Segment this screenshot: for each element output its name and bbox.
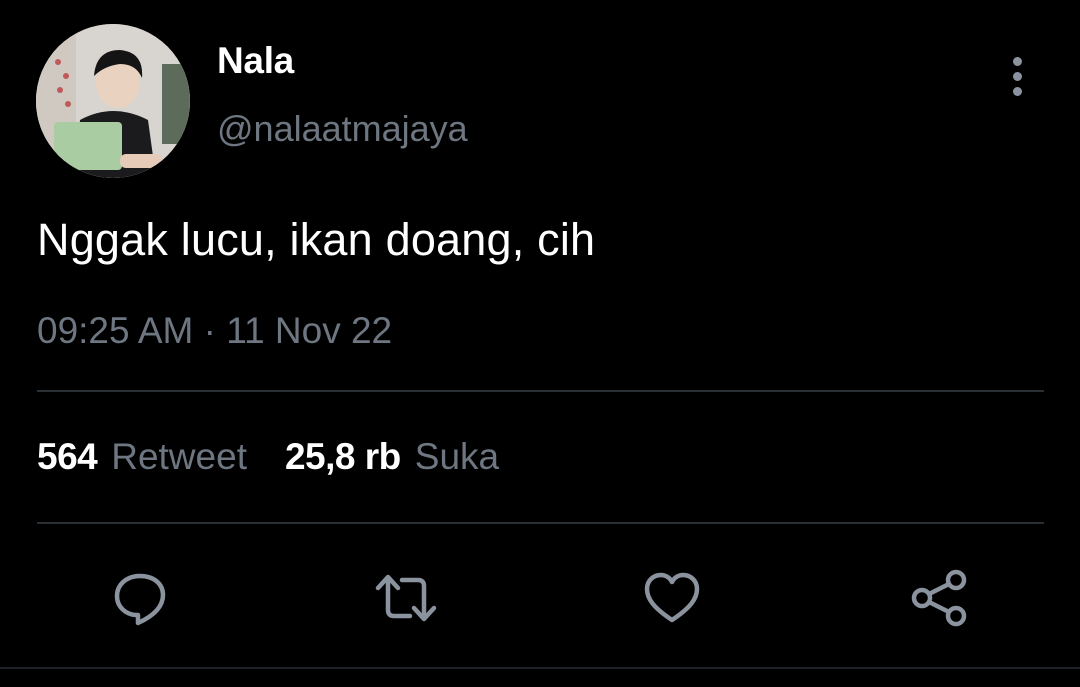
display-name[interactable]: Nala (217, 40, 294, 82)
tweet-detail: Nala @nalaatmajaya Nggak lucu, ikan doan… (0, 0, 1080, 687)
reply-icon (114, 573, 166, 626)
share-button[interactable] (908, 566, 972, 630)
engagement-stats: 564 Retweet 25,8 rb Suka (37, 436, 499, 478)
retweet-button[interactable] (374, 566, 438, 630)
avatar[interactable] (36, 24, 190, 178)
user-handle[interactable]: @nalaatmajaya (217, 108, 468, 150)
more-options-icon (1012, 56, 1022, 66)
divider (37, 390, 1044, 392)
avatar-photo (36, 24, 190, 178)
reply-button[interactable] (108, 566, 172, 630)
heart-icon (644, 572, 700, 623)
tweet-timestamp[interactable]: 09:25 AM · 11 Nov 22 (37, 310, 392, 352)
retweet-label: Retweet (111, 436, 247, 477)
more-options-icon-dot (1012, 86, 1022, 96)
retweet-count: 564 (37, 436, 98, 477)
retweet-icon (375, 574, 437, 622)
like-stat[interactable]: 25,8 rb Suka (285, 436, 499, 478)
like-label: Suka (414, 436, 500, 477)
share-icon (911, 569, 967, 627)
divider (0, 667, 1080, 669)
divider (37, 522, 1044, 524)
retweet-stat[interactable]: 564 Retweet (37, 436, 247, 478)
like-button[interactable] (640, 566, 704, 630)
tweet-text: Nggak lucu, ikan doang, cih (37, 214, 596, 265)
more-options-button[interactable] (998, 52, 1036, 100)
more-options-icon-dot (1012, 71, 1022, 81)
like-count: 25,8 rb (284, 436, 401, 477)
